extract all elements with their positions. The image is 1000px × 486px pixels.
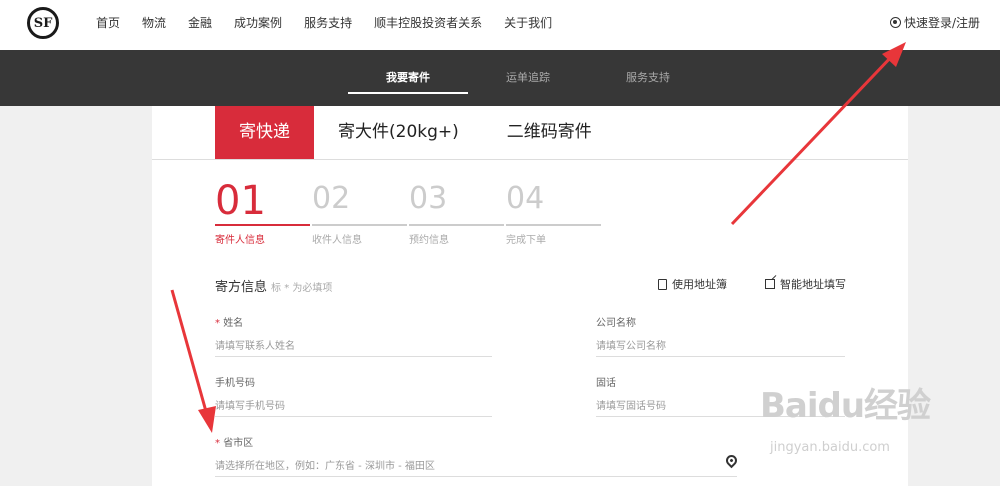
baidu-watermark: Baidu经验: [760, 386, 931, 426]
arrow-head-region: [198, 406, 216, 433]
arrow-line-region: [170, 289, 209, 416]
baidu-watermark-url: jingyan.baidu.com: [770, 440, 890, 455]
arrow-line-login: [730, 53, 895, 226]
